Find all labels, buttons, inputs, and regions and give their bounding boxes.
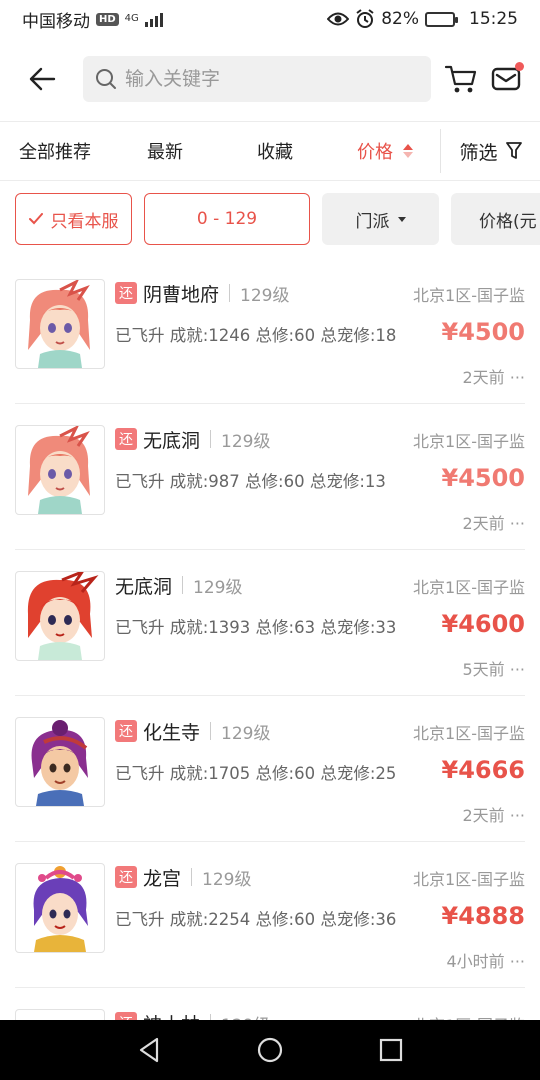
sect-name: 无底洞 <box>115 575 173 598</box>
search-icon <box>96 69 117 89</box>
system-nav-bar <box>0 1020 540 1080</box>
server-label: 北京1区-国子监 <box>413 578 525 597</box>
dragon-palace-character-icon <box>15 863 105 953</box>
status-bar: 中国移动 HD 4G 82% 15:25 <box>0 0 540 38</box>
check-icon <box>28 213 43 225</box>
server-label: 北京1区-国子监 <box>413 724 525 743</box>
divider <box>229 284 231 302</box>
server-label: 北京1区-国子监 <box>413 1012 525 1020</box>
list-item[interactable]: 还 神木林 129级 北京1区-国子监 <box>15 988 525 1020</box>
level-label: 129级 <box>221 1011 270 1021</box>
sect-name: 化生寺 <box>143 721 201 744</box>
tab-favorite[interactable]: 收藏 <box>220 121 330 181</box>
server-label: 北京1区-国子监 <box>413 870 525 889</box>
hd-badge: HD <box>96 12 119 26</box>
stats-text: 已飞升 成就:987 总修:60 总宠修:13 <box>115 472 386 491</box>
stats-text: 已飞升 成就:1393 总修:63 总宠修:33 <box>115 618 397 637</box>
unread-dot <box>514 62 524 71</box>
alarm-icon <box>356 9 374 28</box>
dropdown-triangle-icon <box>397 216 406 222</box>
filter-button[interactable]: 筛选 <box>441 121 540 181</box>
chip-sect-label: 门派 <box>355 211 390 232</box>
chip-server-label: 只看本服 <box>50 211 119 232</box>
return-badge: 还 <box>115 1012 137 1020</box>
nav-home-icon[interactable] <box>256 1036 284 1064</box>
sect-name: 无底洞 <box>143 429 201 452</box>
level-label: 129级 <box>221 431 271 452</box>
list-item[interactable]: 还 阴曹地府 129级 北京1区-国子监 已飞升 成就:1246 总修:60 总… <box>15 258 525 404</box>
price: ¥4666 <box>441 756 526 784</box>
price: ¥4500 <box>441 318 526 346</box>
chip-server-only[interactable]: 只看本服 <box>15 193 132 245</box>
filter-icon <box>505 142 522 159</box>
pink-hair-character-icon <box>15 425 105 515</box>
sect-name: 阴曹地府 <box>143 283 220 306</box>
list-item[interactable]: 还 龙宫 129级 北京1区-国子监 已飞升 成就:2254 总修:60 总宠修… <box>15 842 525 988</box>
sort-bar: 全部推荐 最新 收藏 价格 筛选 <box>0 121 540 181</box>
price: ¥4500 <box>441 464 526 492</box>
server-label: 北京1区-国子监 <box>413 432 525 451</box>
stats-text: 已飞升 成就:2254 总修:60 总宠修:36 <box>115 910 397 929</box>
cart-button[interactable] <box>441 56 480 102</box>
signal-icon <box>144 11 163 27</box>
eye-icon <box>327 12 350 26</box>
list-item[interactable]: 还 无底洞 129级 北京1区-国子监 已飞升 成就:987 总修:60 总宠修… <box>15 404 525 550</box>
price: ¥4888 <box>441 902 526 930</box>
sect-name: 龙宫 <box>143 867 182 890</box>
stats-text: 已飞升 成就:1246 总修:60 总宠修:18 <box>115 326 397 345</box>
time-ago[interactable]: 2天前 ··· <box>462 510 525 534</box>
purple-hair-character-icon <box>15 717 105 807</box>
red-hair-character-icon <box>15 571 105 661</box>
sect-name: 神木林 <box>143 1010 200 1021</box>
tab-price-label: 价格 <box>357 142 393 163</box>
clock: 15:25 <box>469 9 518 29</box>
return-badge: 还 <box>115 866 137 888</box>
list-item[interactable]: 无底洞 129级 北京1区-国子监 已飞升 成就:1393 总修:63 总宠修:… <box>15 550 525 696</box>
divider <box>210 722 212 740</box>
stats-text: 已飞升 成就:1705 总修:60 总宠修:25 <box>115 764 397 783</box>
pink-hair-character-icon <box>15 279 105 369</box>
nav-back-icon[interactable] <box>137 1037 161 1063</box>
network-type: 4G <box>124 13 139 24</box>
chip-sect[interactable]: 门派 <box>322 193 439 245</box>
cart-icon <box>444 65 477 93</box>
time-ago[interactable]: 2天前 ··· <box>462 802 525 826</box>
divider <box>182 576 184 594</box>
top-bar <box>0 38 540 120</box>
price: ¥4600 <box>441 610 526 638</box>
tab-all-recommend[interactable]: 全部推荐 <box>0 121 110 181</box>
server-label: 北京1区-国子监 <box>413 286 525 305</box>
tab-price[interactable]: 价格 <box>330 121 440 181</box>
time-ago[interactable]: 2天前 ··· <box>462 364 525 388</box>
battery-percent: 82% <box>381 9 419 29</box>
chip-level-range[interactable]: 0 - 129 <box>144 193 310 245</box>
chip-price[interactable]: 价格(元 <box>451 193 540 245</box>
return-badge: 还 <box>115 428 137 450</box>
carrier-label: 中国移动 <box>22 11 90 32</box>
divider <box>191 868 193 886</box>
return-badge: 还 <box>115 282 137 304</box>
battery-icon <box>425 11 458 27</box>
search-box[interactable] <box>83 56 432 102</box>
back-arrow-icon <box>29 67 55 91</box>
search-input[interactable] <box>125 68 416 90</box>
list-item[interactable]: 还 化生寺 129级 北京1区-国子监 已飞升 成就:1705 总修:60 总宠… <box>15 696 525 842</box>
level-label: 129级 <box>240 285 290 306</box>
divider <box>210 430 212 448</box>
level-label: 129级 <box>221 723 271 744</box>
time-ago[interactable]: 5天前 ··· <box>462 656 525 680</box>
sort-arrows-icon <box>403 144 413 158</box>
filter-chips: 只看本服 0 - 129 门派 价格(元 <box>15 193 540 245</box>
return-badge: 还 <box>115 720 137 742</box>
nav-recents-icon[interactable] <box>379 1038 403 1062</box>
level-label: 129级 <box>193 577 243 598</box>
time-ago[interactable]: 4小时前 ··· <box>446 948 525 972</box>
filter-label: 筛选 <box>459 141 498 164</box>
level-label: 129级 <box>202 869 252 890</box>
character-icon <box>15 1009 105 1020</box>
back-button[interactable] <box>14 51 69 107</box>
message-button[interactable] <box>487 56 526 102</box>
tab-latest[interactable]: 最新 <box>110 121 220 181</box>
listing: 还 阴曹地府 129级 北京1区-国子监 已飞升 成就:1246 总修:60 总… <box>0 258 540 1020</box>
